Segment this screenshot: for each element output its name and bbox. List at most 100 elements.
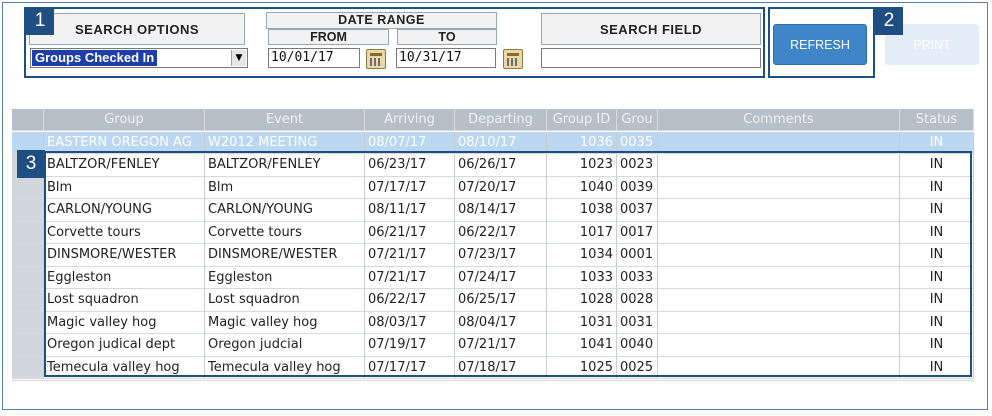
cell-grou: 0035: [617, 131, 658, 154]
cell-arriving: 06/22/17: [365, 289, 455, 312]
cell-comments: [658, 266, 900, 289]
table-row[interactable]: CARLON/YOUNG CARLON/YOUNG 08/11/17 08/14/17…: [12, 199, 974, 222]
callout-badge-1: 1: [26, 7, 54, 35]
calendar-icon[interactable]: [503, 49, 523, 69]
cell-group-id: 1031: [547, 311, 617, 334]
cell-arriving: 07/17/17: [365, 176, 455, 199]
column-header-comments[interactable]: Comments: [658, 109, 900, 131]
cell-departing: 08/14/17: [455, 199, 547, 222]
cell-group: Blm: [44, 176, 205, 199]
cell-departing: 06/22/17: [455, 221, 547, 244]
column-header-group-id[interactable]: Group ID: [547, 109, 617, 131]
cell-status: IN: [900, 244, 974, 267]
column-header-arriving[interactable]: Arriving: [365, 109, 455, 131]
table-empty-area: [12, 380, 974, 406]
cell-group: Magic valley hog: [44, 311, 205, 334]
row-indicator[interactable]: [12, 199, 44, 222]
cell-group: Eggleston: [44, 266, 205, 289]
cell-status: IN: [900, 356, 974, 379]
table-row[interactable]: BALTZOR/FENLEY BALTZOR/FENLEY 06/23/17 06/2…: [12, 154, 974, 177]
table-row[interactable]: Magic valley hog Magic valley hog 08/03/17…: [12, 311, 974, 334]
cell-departing: 06/26/17: [455, 154, 547, 177]
cell-departing: 07/23/17: [455, 244, 547, 267]
cell-event: Oregon judcial: [205, 334, 365, 357]
cell-group-id: 1017: [547, 221, 617, 244]
table-body: EASTERN OREGON AG W2012 MEETING 08/07/17 08…: [12, 131, 974, 379]
cell-departing: 08/04/17: [455, 311, 547, 334]
cell-arriving: 07/21/17: [365, 266, 455, 289]
cell-group: DINSMORE/WESTER: [44, 244, 205, 267]
cell-comments: [658, 244, 900, 267]
chevron-down-icon[interactable]: ▼: [231, 50, 246, 66]
row-indicator[interactable]: [12, 334, 44, 357]
cell-event: Corvette tours: [205, 221, 365, 244]
cell-arriving: 06/23/17: [365, 154, 455, 177]
cell-departing: 07/21/17: [455, 334, 547, 357]
date-to-input[interactable]: 10/31/17: [396, 48, 496, 68]
date-to-label: TO: [397, 29, 497, 45]
cell-group-id: 1023: [547, 154, 617, 177]
column-header-status[interactable]: Status: [900, 109, 974, 131]
cell-comments: [658, 131, 900, 154]
cell-grou: 0037: [617, 199, 658, 222]
table-header: Group Event Arriving Departing Group ID …: [12, 109, 974, 132]
cell-comments: [658, 311, 900, 334]
cell-comments: [658, 199, 900, 222]
row-indicator[interactable]: [12, 266, 44, 289]
cell-comments: [658, 154, 900, 177]
cell-grou: 0017: [617, 221, 658, 244]
column-header-group[interactable]: Group: [44, 109, 205, 131]
row-indicator[interactable]: [12, 244, 44, 267]
table-row[interactable]: DINSMORE/WESTER DINSMORE/WESTER 07/21/17 07…: [12, 244, 974, 267]
table-row[interactable]: Blm Blm 07/17/17 07/20/17 1040 0039 IN: [12, 176, 974, 199]
cell-grou: 0028: [617, 289, 658, 312]
cell-event: Blm: [205, 176, 365, 199]
cell-departing: 06/25/17: [455, 289, 547, 312]
date-range-panel: DATE RANGE: [266, 12, 497, 29]
cell-group-id: 1038: [547, 199, 617, 222]
cell-event: BALTZOR/FENLEY: [205, 154, 365, 177]
cell-status: IN: [900, 266, 974, 289]
cell-comments: [658, 176, 900, 199]
cell-grou: 0023: [617, 154, 658, 177]
table-row[interactable]: Eggleston Eggleston 07/21/17 07/24/17 1033 00…: [12, 266, 974, 289]
cell-group: BALTZOR/FENLEY: [44, 154, 205, 177]
cell-grou: 0031: [617, 311, 658, 334]
row-indicator[interactable]: [12, 311, 44, 334]
search-field-title: SEARCH FIELD: [599, 22, 703, 37]
cell-arriving: 08/07/17: [365, 131, 455, 154]
cell-group-id: 1041: [547, 334, 617, 357]
refresh-button[interactable]: REFRESH: [773, 24, 867, 65]
search-field-panel: SEARCH FIELD: [541, 13, 761, 45]
search-options-panel: SEARCH OPTIONS: [29, 13, 245, 45]
cell-grou: 0025: [617, 356, 658, 379]
row-indicator[interactable]: [12, 356, 44, 379]
cell-departing: 07/18/17: [455, 356, 547, 379]
cell-status: IN: [900, 334, 974, 357]
cell-group: CARLON/YOUNG: [44, 199, 205, 222]
cell-group-id: 1034: [547, 244, 617, 267]
column-header-departing[interactable]: Departing: [455, 109, 547, 131]
column-header-event[interactable]: Event: [205, 109, 365, 131]
date-from-input[interactable]: 10/01/17: [268, 48, 360, 68]
row-indicator[interactable]: [12, 289, 44, 312]
row-indicator[interactable]: [12, 221, 44, 244]
cell-event: CARLON/YOUNG: [205, 199, 365, 222]
table-row-selected[interactable]: EASTERN OREGON AG W2012 MEETING 08/07/17 08…: [12, 131, 974, 154]
cell-event: Magic valley hog: [205, 311, 365, 334]
cell-status: IN: [900, 199, 974, 222]
search-field-input[interactable]: [541, 48, 761, 68]
cell-group: Lost squadron: [44, 289, 205, 312]
table-row[interactable]: Lost squadron Lost squadron 06/22/17 06/25/…: [12, 289, 974, 312]
search-options-select[interactable]: Groups Checked In ▼: [30, 48, 248, 68]
cell-group-id: 1036: [547, 131, 617, 154]
cell-event: W2012 MEETING: [205, 131, 365, 154]
cell-grou: 0039: [617, 176, 658, 199]
calendar-icon[interactable]: [366, 49, 386, 69]
row-indicator[interactable]: [12, 176, 44, 199]
cell-status: IN: [900, 311, 974, 334]
table-row[interactable]: Oregon judical dept Oregon judcial 07/19/1…: [12, 334, 974, 357]
table-row[interactable]: Corvette tours Corvette tours 06/21/17 06/2…: [12, 221, 974, 244]
table-row[interactable]: Temecula valley hog Temecula valley hog 07…: [12, 356, 974, 379]
column-header-grou[interactable]: Grou: [617, 109, 658, 131]
